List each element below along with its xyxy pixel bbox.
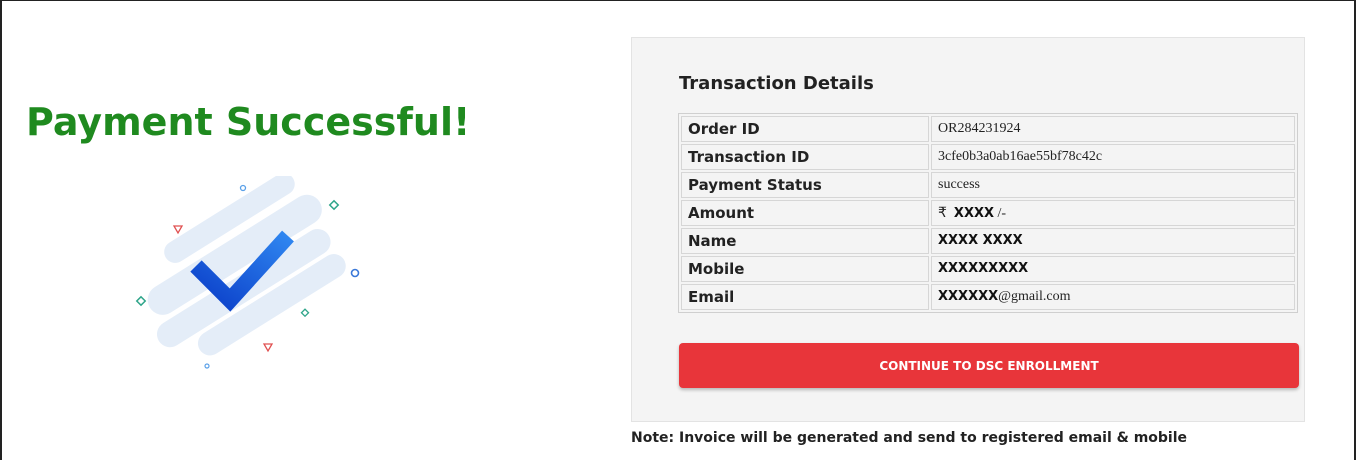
transaction-id-value: 3cfe0b3a0ab16ae55bf78c42c — [931, 144, 1295, 170]
continue-to-dsc-enrollment-button[interactable]: CONTINUE TO DSC ENROLLMENT — [679, 343, 1299, 388]
transaction-panel: Transaction Details Order ID OR284231924… — [631, 37, 1305, 422]
payment-status-value: success — [931, 172, 1295, 198]
mobile-label: Mobile — [681, 256, 929, 282]
email-label: Email — [681, 284, 929, 310]
invoice-note: Note: Invoice will be generated and send… — [631, 430, 1188, 446]
table-row: Order ID OR284231924 — [681, 116, 1295, 142]
order-id-label: Order ID — [681, 116, 929, 142]
table-row: Amount ₹ XXXX /- — [681, 200, 1295, 226]
page-title: Payment Successful! — [26, 100, 471, 144]
amount-suffix: /- — [997, 205, 1007, 221]
mobile-value: XXXXXXXXX — [931, 256, 1295, 282]
name-label: Name — [681, 228, 929, 254]
table-row: Transaction ID 3cfe0b3a0ab16ae55bf78c42c — [681, 144, 1295, 170]
transaction-table: Order ID OR284231924 Transaction ID 3cfe… — [678, 113, 1298, 313]
order-id-value: OR284231924 — [931, 116, 1295, 142]
rupee-symbol: ₹ — [938, 205, 947, 221]
amount-masked: XXXX — [953, 205, 995, 221]
table-row: Payment Status success — [681, 172, 1295, 198]
table-row: Name XXXX XXXX — [681, 228, 1295, 254]
table-row: Email XXXXXX@gmail.com — [681, 284, 1295, 310]
email-domain: @gmail.com — [998, 289, 1071, 304]
transaction-heading: Transaction Details — [679, 73, 874, 94]
checkmark-success-icon — [135, 176, 360, 369]
table-row: Mobile XXXXXXXXX — [681, 256, 1295, 282]
amount-label: Amount — [681, 200, 929, 226]
transaction-id-label: Transaction ID — [681, 144, 929, 170]
mobile-masked: XXXXXXXXX — [938, 261, 1029, 276]
email-value: XXXXXX@gmail.com — [931, 284, 1295, 310]
payment-status-label: Payment Status — [681, 172, 929, 198]
name-value: XXXX XXXX — [931, 228, 1295, 254]
email-masked: XXXXXX — [938, 289, 999, 304]
name-masked: XXXX XXXX — [938, 233, 1023, 248]
amount-value: ₹ XXXX /- — [931, 200, 1295, 226]
